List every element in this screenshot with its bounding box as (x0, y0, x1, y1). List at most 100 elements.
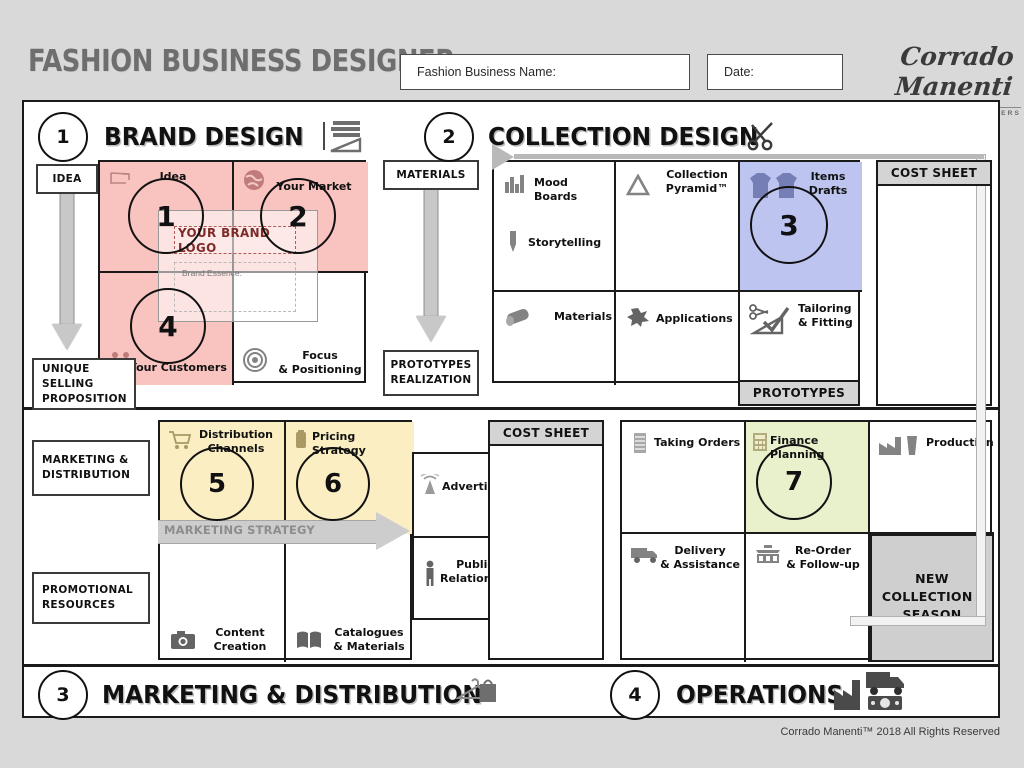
flow-box-materials-label: MATERIALS (396, 168, 466, 181)
step-circle-6-label: 6 (323, 469, 343, 499)
cart-icon (169, 431, 192, 449)
logo-name: Corrado Manenti (893, 42, 1016, 101)
arrow-materials-to-prototypes (383, 190, 479, 342)
step-circle-3: 3 (750, 186, 828, 264)
page-header: FASHION BUSINESS DESIGNER Fashion Busine… (28, 42, 1022, 117)
section-number-collection-design: 2 (424, 112, 474, 162)
collection-cell-collection-pyramid-label: Collection Pyramid™ (665, 168, 729, 195)
operations-cell-reorder-followup[interactable]: Re-Order & Follow-up (746, 534, 870, 662)
scissors-ruler-icon (749, 304, 790, 335)
collection-cell-tailoring-fitting[interactable]: Tailoring & Fitting (740, 292, 862, 385)
marketing-cell-catalogues-materials-label: Catalogues & Materials (333, 626, 405, 653)
marketing-cell-content-creation-label: Content Creation (213, 626, 267, 653)
footer-copyright: Corrado Manenti™ 2018 All Rights Reserve… (780, 726, 1000, 738)
fashion-business-designer-canvas: FASHION BUSINESS DESIGNER Fashion Busine… (0, 0, 1024, 768)
flow-box-materials: MATERIALS (383, 160, 479, 190)
section-title-marketing-distribution: MARKETING & DISTRIBUTION (102, 680, 482, 709)
target-icon (243, 348, 267, 372)
step-circle-4: 4 (130, 288, 206, 364)
section-number-label: 1 (56, 126, 70, 148)
broadcast-icon (420, 474, 440, 494)
canvas-frame: 1 BRAND DESIGN IDEA UNIQUE SELLING PROPO… (22, 100, 1000, 720)
section-number-label: 3 (56, 684, 70, 706)
brand-cell-focus-positioning-label: Focus & Positioning (278, 349, 362, 376)
step-circle-4-label: 4 (158, 309, 178, 343)
collection-cost-sheet-banner: COST SHEET (876, 160, 992, 186)
section-number-label: 4 (628, 684, 642, 706)
operations-cell-reorder-followup-label: Re-Order & Follow-up (786, 544, 860, 571)
section-number-brand-design: 1 (38, 112, 88, 162)
marketing-strategy-label: MARKETING STRATEGY (164, 523, 315, 537)
marketing-cell-content-creation[interactable]: Content Creation (160, 534, 286, 662)
scissors-icon (747, 122, 773, 151)
feedback-arrow-line (514, 154, 984, 159)
collection-cell-tailoring-fitting-label: Tailoring & Fitting (798, 302, 853, 329)
step-circle-1-label: 1 (156, 199, 176, 233)
step-circle-7: 7 (756, 444, 832, 520)
operations-cell-taking-orders[interactable]: Taking Orders (622, 422, 746, 534)
brand-essence-label: Brand Essence: (182, 268, 243, 278)
splatter-icon (627, 308, 649, 327)
operations-cell-taking-orders-label: Taking Orders (654, 436, 741, 449)
section-title-operations: OPERATIONS (676, 680, 844, 709)
page-title: FASHION BUSINESS DESIGNER (28, 44, 455, 79)
collection-cell-collection-pyramid[interactable]: Collection Pyramid™ (616, 162, 740, 292)
business-name-label: Fashion Business Name: (417, 65, 556, 79)
date-field[interactable]: Date: (707, 54, 843, 90)
step-circle-5-label: 5 (207, 469, 227, 499)
pen-icon (510, 231, 516, 252)
collection-cell-applications[interactable]: Applications (616, 292, 740, 385)
marketing-cost-sheet-label: COST SHEET (502, 425, 590, 440)
section-number-label: 2 (442, 126, 456, 148)
collection-cost-sheet[interactable] (876, 160, 992, 406)
calculator-icon (753, 433, 767, 451)
flow-box-prototypes-realization-label: PROTOTYPES REALIZATION (390, 359, 472, 386)
collection-cell-moodboards[interactable]: Mood Boards Storytelling (494, 162, 616, 292)
flow-box-prototypes-realization: PROTOTYPES REALIZATION (383, 350, 479, 396)
marketing-cost-sheet-banner: COST SHEET (488, 420, 604, 446)
marketing-cost-sheet[interactable] (488, 420, 604, 660)
step-circle-2-label: 2 (288, 199, 308, 233)
step-circle-1: 1 (128, 178, 204, 254)
prototypes-banner-label: PROTOTYPES (752, 385, 846, 400)
books-ruler-icon (323, 121, 362, 153)
marketing-cell-catalogues-materials[interactable]: Catalogues & Materials (286, 534, 414, 662)
collection-cell-applications-label: Applications (656, 312, 733, 325)
flow-box-marketing-distribution-label: MARKETING & DISTRIBUTION (42, 454, 131, 481)
operations-cell-delivery-assistance-label: Delivery & Assistance (660, 544, 740, 571)
feedback-arrow-return-vertical (976, 154, 986, 626)
flow-box-idea-label: IDEA (52, 172, 82, 185)
step-circle-3-label: 3 (779, 208, 799, 242)
triangle-icon (626, 174, 650, 196)
collection-cost-sheet-label: COST SHEET (890, 165, 978, 180)
ledger-icon (634, 433, 646, 453)
factory-truck-money-icon (834, 672, 904, 710)
flow-box-usp-label: UNIQUE SELLING PROPOSITION (42, 362, 127, 405)
flow-box-promotional-resources: PROMOTIONAL RESOURCES (32, 572, 150, 624)
collection-cell-materials[interactable]: Materials (494, 292, 616, 385)
section-title-collection-design: COLLECTION DESIGN (488, 122, 759, 151)
brand-cell-your-customers-label: Your Customers (129, 361, 227, 374)
arrow-idea-to-usp (36, 194, 98, 350)
hanger-bag-icon (456, 678, 496, 702)
divider-mid (24, 407, 998, 410)
date-label: Date: (724, 65, 754, 79)
person-icon (426, 560, 434, 586)
section-number-operations: 4 (610, 670, 660, 720)
collection-cell-materials-label: Materials (553, 310, 612, 323)
moodboard-icon (505, 175, 524, 193)
section-title-brand-design: BRAND DESIGN (104, 122, 304, 151)
operations-cell-delivery-assistance[interactable]: Delivery & Assistance (622, 534, 746, 662)
book-icon (297, 631, 321, 648)
business-name-field[interactable]: Fashion Business Name: (400, 54, 690, 90)
step-circle-5: 5 (180, 447, 254, 521)
brand-logo: Corrado Manenti DESIGNER OF DESIGNERS (873, 42, 1024, 117)
divider-bottom (24, 664, 998, 667)
feedback-arrow-return-horizontal (850, 616, 986, 626)
store-icon (756, 545, 780, 563)
collection-cell-storytelling-label: Storytelling (528, 236, 602, 249)
step-circle-2: 2 (260, 178, 336, 254)
factory-icon (879, 436, 917, 455)
prototypes-banner: PROTOTYPES (738, 380, 860, 406)
flow-box-marketing-distribution: MARKETING & DISTRIBUTION (32, 440, 150, 496)
